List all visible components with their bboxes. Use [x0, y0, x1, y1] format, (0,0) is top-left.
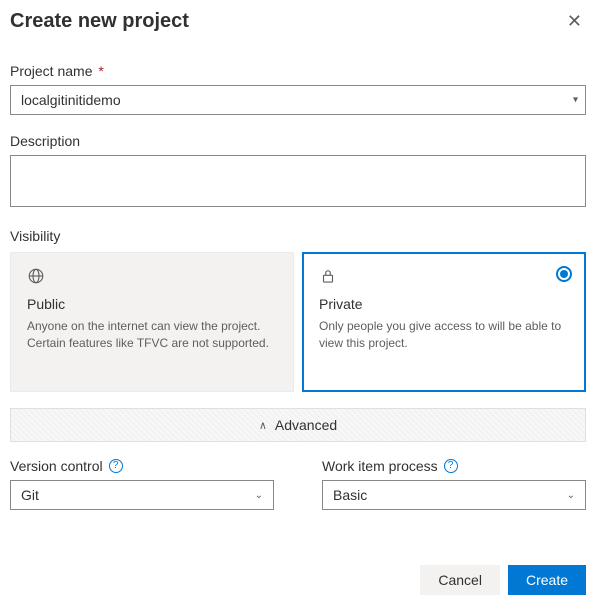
required-indicator: *	[98, 63, 103, 79]
work-item-process-group: Work item process ? Basic ⌄	[322, 458, 586, 510]
version-control-group: Version control ? Git ⌄	[10, 458, 274, 510]
radio-selected-icon	[556, 266, 572, 282]
dialog-header: Create new project ✕	[10, 10, 586, 33]
description-group: Description	[10, 133, 586, 210]
help-icon[interactable]: ?	[109, 459, 123, 473]
project-name-input[interactable]	[10, 85, 586, 115]
chevron-down-icon: ⌄	[255, 490, 263, 501]
version-control-value: Git	[21, 487, 39, 503]
visibility-private-title: Private	[319, 296, 569, 312]
cancel-button[interactable]: Cancel	[420, 565, 500, 595]
version-control-select[interactable]: Git ⌄	[10, 480, 274, 510]
work-item-process-value: Basic	[333, 487, 367, 503]
work-item-process-label: Work item process ?	[322, 458, 586, 474]
dialog-footer: Cancel Create	[420, 565, 586, 595]
advanced-label: Advanced	[275, 417, 337, 433]
visibility-public-title: Public	[27, 296, 277, 312]
project-name-input-wrap: ▾	[10, 85, 586, 115]
close-icon[interactable]: ✕	[563, 10, 586, 32]
help-icon[interactable]: ?	[444, 459, 458, 473]
visibility-option-private[interactable]: Private Only people you give access to w…	[302, 252, 586, 392]
advanced-toggle[interactable]: ∧ Advanced	[10, 408, 586, 442]
description-input[interactable]	[10, 155, 586, 207]
visibility-public-desc: Anyone on the internet can view the proj…	[27, 318, 277, 352]
version-control-label: Version control ?	[10, 458, 274, 474]
dialog-title: Create new project	[10, 10, 189, 33]
lock-icon	[319, 267, 569, 288]
visibility-private-desc: Only people you give access to will be a…	[319, 318, 569, 352]
chevron-up-icon: ∧	[259, 419, 267, 432]
description-label: Description	[10, 133, 586, 149]
project-name-label: Project name *	[10, 63, 586, 79]
advanced-section: Version control ? Git ⌄ Work item proces…	[10, 458, 586, 510]
globe-icon	[27, 267, 277, 288]
chevron-down-icon: ⌄	[567, 490, 575, 501]
create-button[interactable]: Create	[508, 565, 586, 595]
visibility-options: Public Anyone on the internet can view t…	[10, 252, 586, 392]
project-name-group: Project name * ▾	[10, 63, 586, 115]
work-item-process-select[interactable]: Basic ⌄	[322, 480, 586, 510]
visibility-option-public[interactable]: Public Anyone on the internet can view t…	[10, 252, 294, 392]
visibility-label: Visibility	[10, 228, 586, 244]
